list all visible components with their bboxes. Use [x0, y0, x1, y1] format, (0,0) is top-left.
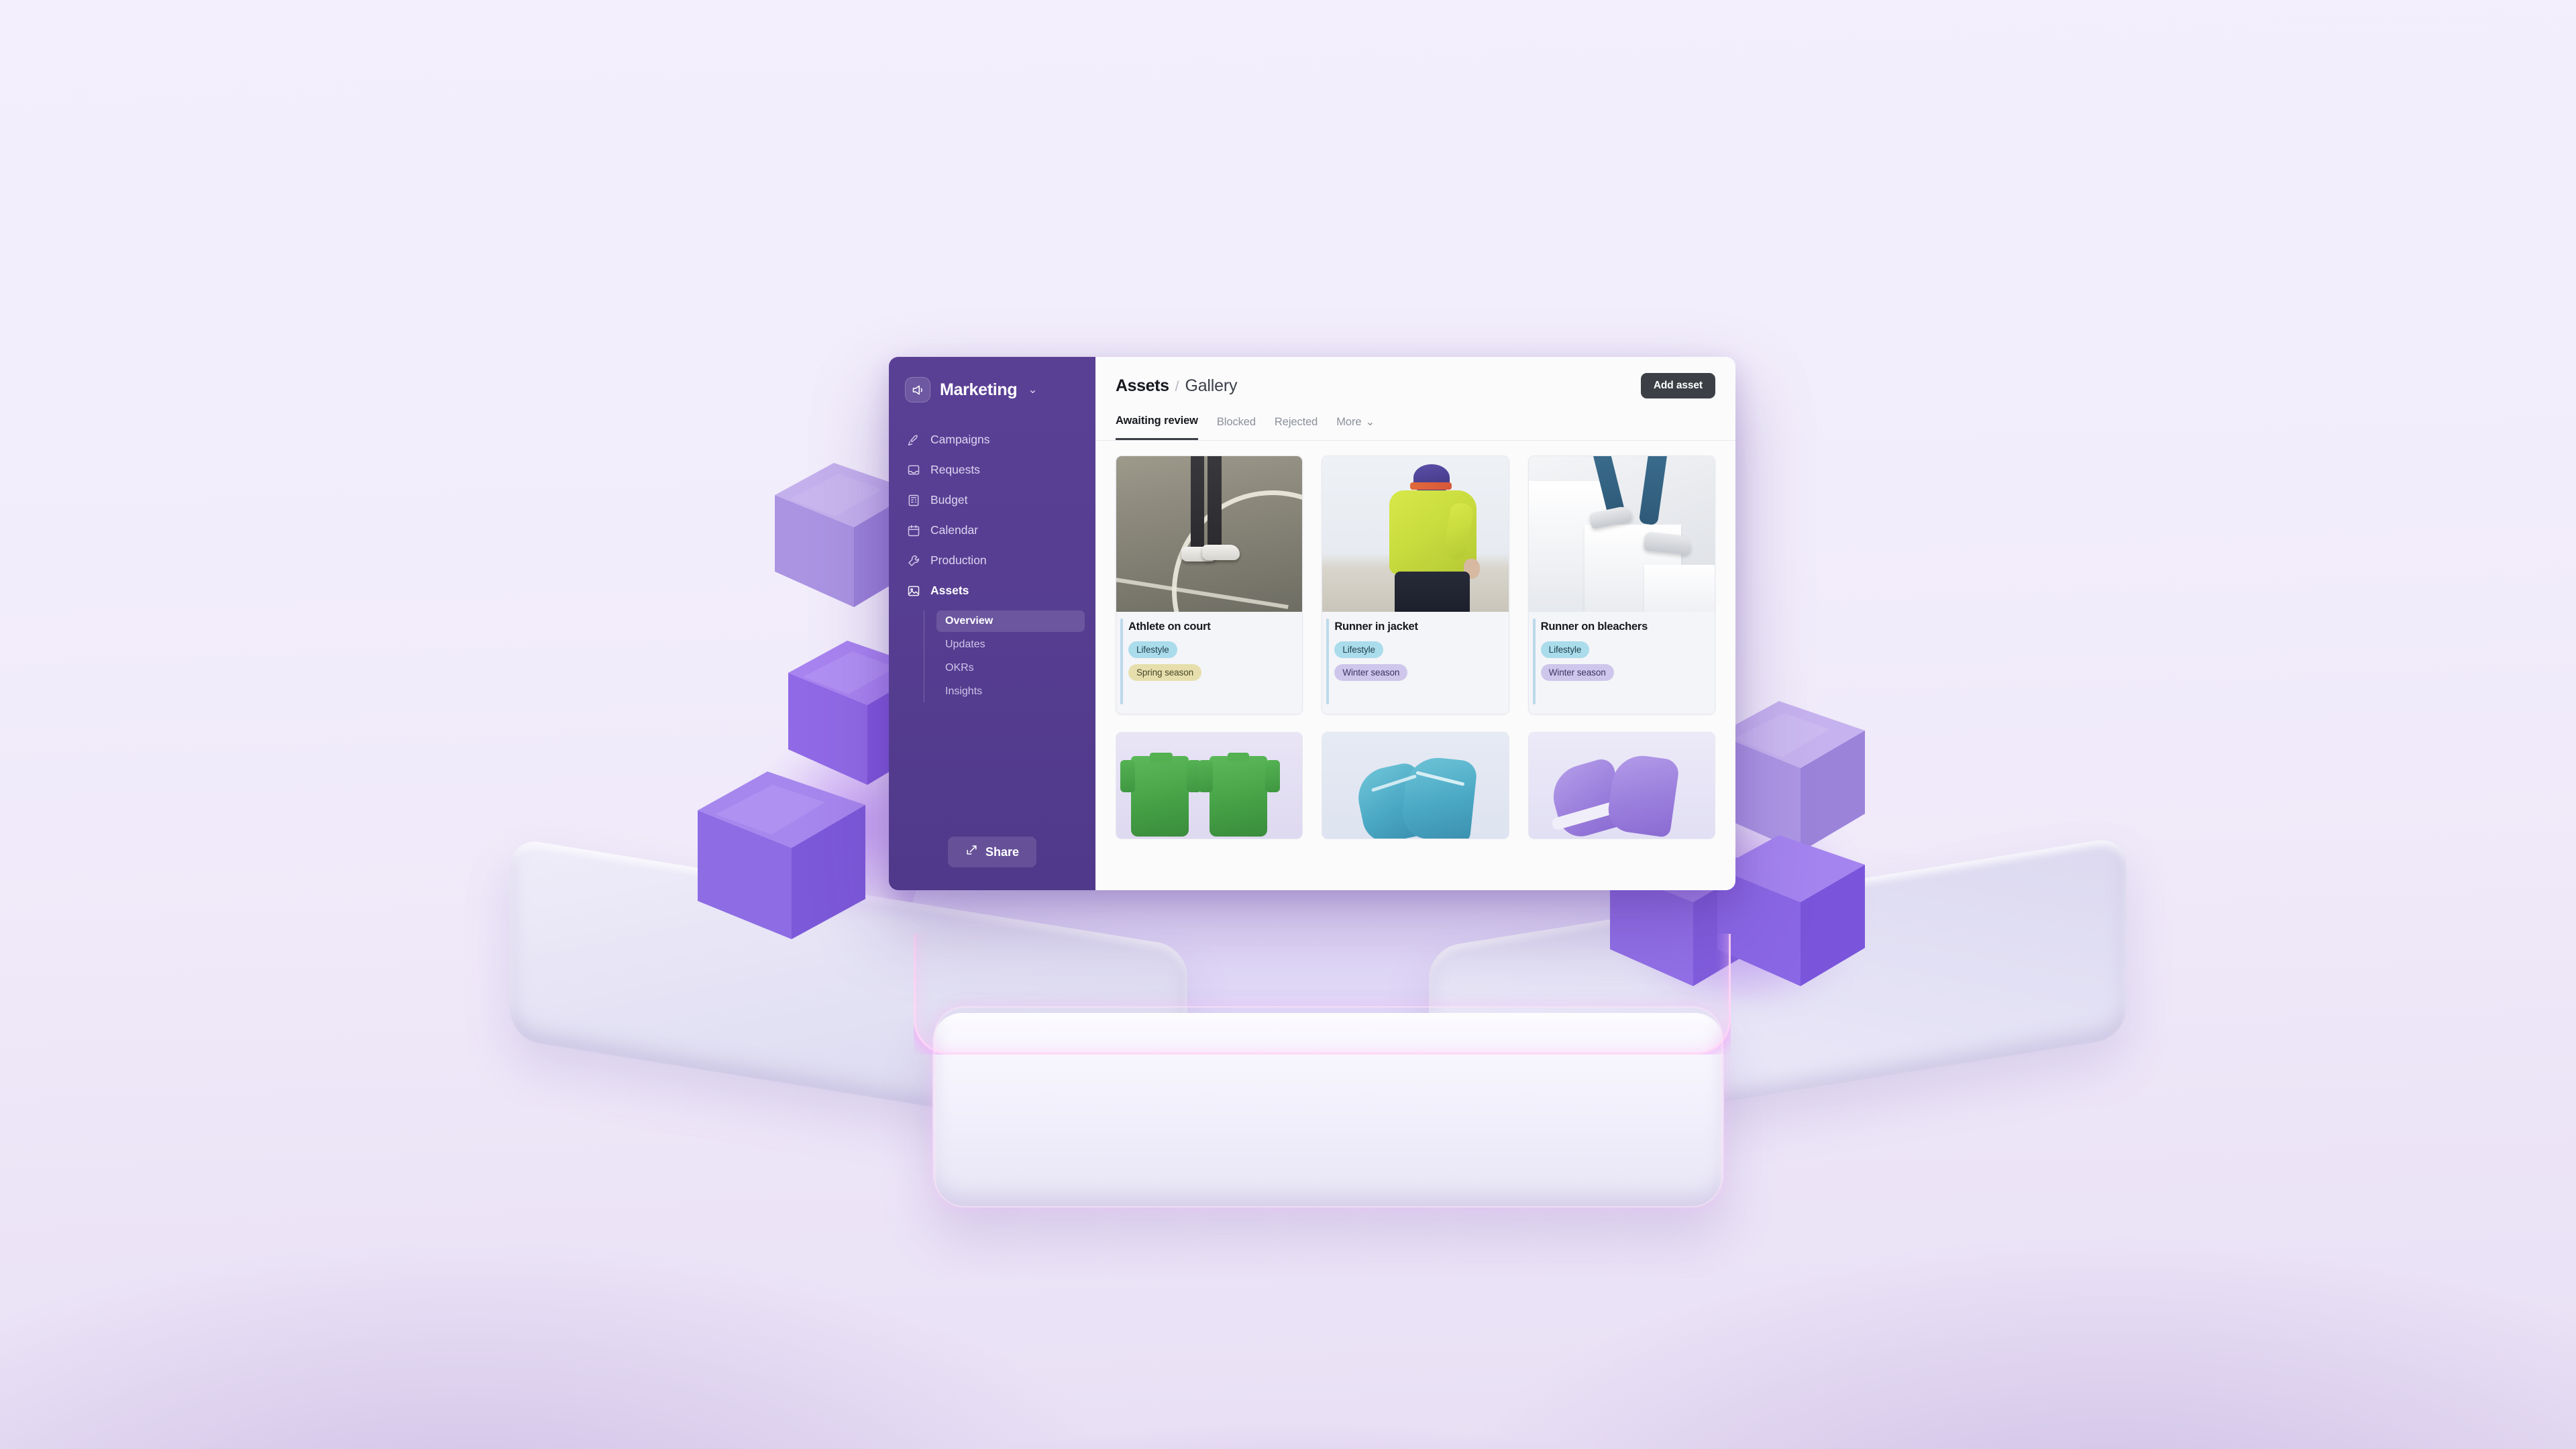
add-asset-button[interactable]: Add asset	[1640, 373, 1715, 398]
asset-tag[interactable]: Lifestyle	[1540, 641, 1590, 658]
sidebar-item-label: Campaigns	[930, 433, 990, 446]
workspace-name: Marketing	[940, 380, 1018, 399]
share-button-label: Share	[985, 845, 1020, 859]
breadcrumb-current: Gallery	[1185, 376, 1238, 395]
inbox-icon	[906, 463, 920, 477]
breadcrumb: Assets / Gallery	[1116, 376, 1237, 396]
asset-tag[interactable]: Winter season	[1334, 664, 1408, 681]
teal-knit-sneakers-photo	[1322, 733, 1509, 839]
3d-scene: Marketing ⌄ Campaigns Requests Budget Ca…	[0, 0, 2576, 1449]
sidebar-item-budget[interactable]: Budget	[900, 486, 1085, 515]
breadcrumb-parent[interactable]: Assets	[1116, 376, 1169, 396]
tab-rejected[interactable]: Rejected	[1275, 416, 1318, 439]
purple-sneakers-photo	[1528, 733, 1715, 839]
asset-tag[interactable]: Lifestyle	[1334, 641, 1383, 658]
asset-card-body: Athlete on court Lifestyle Spring season	[1116, 612, 1303, 714]
sidebar-item-label: Calendar	[930, 523, 979, 537]
asset-title: Runner on bleachers	[1540, 621, 1648, 633]
sidebar-subitem-okrs[interactable]: OKRs	[936, 657, 1085, 679]
asset-grid: Athlete on court Lifestyle Spring season	[1095, 441, 1735, 714]
neon-edge-glow-front	[934, 1006, 1723, 1208]
tab-more[interactable]: More ⌄	[1336, 415, 1375, 439]
sidebar-item-assets[interactable]: Assets	[900, 576, 1085, 605]
asset-card[interactable]: Runner on bleachers Lifestyle Winter sea…	[1527, 455, 1715, 714]
runner-on-bleachers-photo	[1528, 456, 1715, 612]
sidebar-subitem-updates[interactable]: Updates	[936, 634, 1085, 655]
sidebar-nav: Campaigns Requests Budget Calendar Produ…	[889, 425, 1095, 702]
sidebar-item-campaigns[interactable]: Campaigns	[900, 425, 1085, 454]
app-window: Marketing ⌄ Campaigns Requests Budget Ca…	[889, 357, 1735, 890]
asset-card[interactable]	[1527, 732, 1715, 839]
green-polo-shirts-photo	[1116, 733, 1303, 839]
share-icon	[965, 844, 978, 860]
image-icon	[906, 584, 920, 598]
content-header: Assets / Gallery Add asset Awaiting revi…	[1095, 357, 1735, 440]
share-button[interactable]: Share	[947, 837, 1037, 867]
sidebar-item-requests[interactable]: Requests	[900, 455, 1085, 484]
asset-card[interactable]	[1116, 732, 1303, 839]
asset-tag[interactable]: Lifestyle	[1128, 641, 1177, 658]
sidebar-item-label: Budget	[930, 493, 968, 506]
runner-in-jacket-photo	[1322, 456, 1509, 612]
asset-title: Runner in jacket	[1334, 621, 1418, 633]
asset-tag[interactable]: Spring season	[1128, 664, 1202, 681]
sidebar-item-label: Assets	[930, 584, 969, 597]
sidebar-item-calendar[interactable]: Calendar	[900, 516, 1085, 545]
sidebar-item-production[interactable]: Production	[900, 546, 1085, 575]
asset-card[interactable]	[1322, 732, 1509, 839]
sidebar-item-label: Requests	[930, 463, 980, 476]
tab-more-label: More	[1336, 415, 1362, 428]
sidebar-subnav: Overview Updates OKRs Insights	[924, 610, 1085, 702]
stacked-cube-right-front	[1717, 835, 1865, 989]
wrench-icon	[906, 553, 920, 568]
asset-title: Athlete on court	[1128, 621, 1211, 633]
megaphone-icon	[905, 377, 930, 402]
stacked-cube-left-bottom	[698, 771, 865, 943]
stacked-cube-right-top	[1717, 701, 1865, 855]
breadcrumb-separator: /	[1175, 378, 1179, 394]
asset-card[interactable]: Runner in jacket Lifestyle Winter season	[1322, 455, 1509, 714]
share-button-container: Share	[889, 837, 1095, 890]
sidebar: Marketing ⌄ Campaigns Requests Budget Ca…	[889, 357, 1095, 890]
sidebar-subitem-overview[interactable]: Overview	[936, 610, 1085, 632]
sidebar-subitem-insights[interactable]: Insights	[936, 681, 1085, 702]
workspace-switcher[interactable]: Marketing ⌄	[889, 373, 1095, 402]
tab-awaiting-review[interactable]: Awaiting review	[1116, 415, 1198, 440]
rocket-icon	[906, 433, 920, 447]
asset-card-body: Runner in jacket Lifestyle Winter season	[1322, 612, 1509, 714]
asset-card-body: Runner on bleachers Lifestyle Winter sea…	[1528, 612, 1715, 714]
chevron-down-icon[interactable]: ⌄	[1028, 383, 1037, 396]
athlete-on-court-photo	[1116, 456, 1303, 612]
sidebar-item-label: Production	[930, 553, 987, 567]
ledger-icon	[906, 493, 920, 507]
asset-card[interactable]: Athlete on court Lifestyle Spring season	[1116, 455, 1303, 714]
chevron-down-icon: ⌄	[1365, 416, 1375, 428]
asset-tag[interactable]: Winter season	[1540, 664, 1614, 681]
tab-blocked[interactable]: Blocked	[1217, 416, 1256, 439]
tab-bar: Awaiting review Blocked Rejected More ⌄	[1116, 415, 1715, 440]
main-content: Assets / Gallery Add asset Awaiting revi…	[1095, 357, 1735, 890]
asset-grid-row-2	[1095, 732, 1735, 839]
calendar-icon	[906, 523, 920, 537]
